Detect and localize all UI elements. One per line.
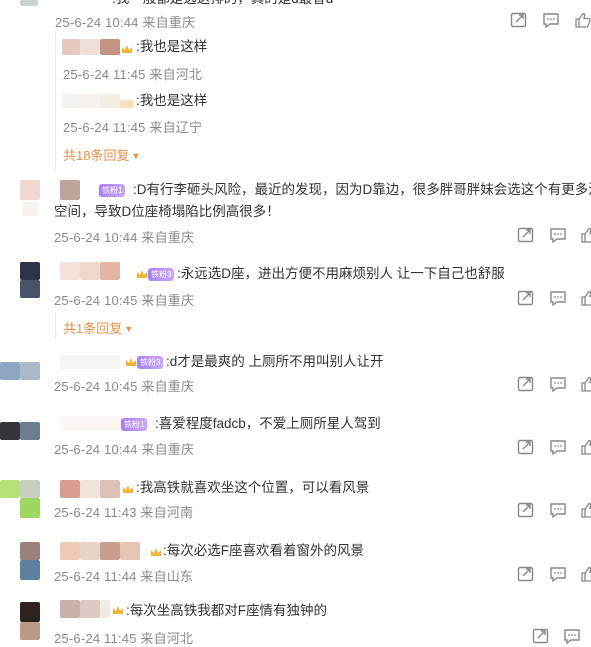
share-icon[interactable] xyxy=(517,290,535,306)
fan-badge: 铁粉1 xyxy=(121,418,148,431)
fan-badge: 铁粉3 xyxy=(137,356,164,369)
reply-text: :我也是这样 xyxy=(136,93,208,108)
comment-meta: 25-6-24 11:43 来自河南 xyxy=(54,505,194,520)
crown-icon xyxy=(121,44,133,54)
comment-icon[interactable] xyxy=(549,502,567,518)
avatar[interactable] xyxy=(20,262,40,280)
fan-badge: 铁粉3 xyxy=(148,268,175,281)
comment-text: :喜爱程度fadcb，不爱上厕所星人驾到 xyxy=(155,416,381,431)
share-icon[interactable] xyxy=(517,502,535,518)
crown-icon xyxy=(136,269,148,279)
comment-text: :d才是最爽的 上厕所不用叫别人让开 xyxy=(166,354,384,369)
avatar[interactable] xyxy=(20,602,40,622)
comment-meta: 25-6-24 11:44 来自山东 xyxy=(54,569,194,584)
share-icon[interactable] xyxy=(517,376,535,392)
username-blur[interactable] xyxy=(60,542,80,560)
reply-divider xyxy=(55,312,56,338)
avatar[interactable] xyxy=(0,422,20,440)
crown-icon xyxy=(112,605,124,615)
username-blur[interactable] xyxy=(60,355,120,369)
comment-meta: 25-6-24 11:45 来自河北 xyxy=(54,631,194,646)
like-icon[interactable] xyxy=(580,439,591,455)
comment-icon[interactable] xyxy=(549,227,567,243)
avatar[interactable] xyxy=(20,180,40,200)
fan-badge: 铁粉1 xyxy=(99,184,126,197)
comment-icon[interactable] xyxy=(563,628,581,644)
like-icon[interactable] xyxy=(580,376,591,392)
avatar[interactable] xyxy=(20,0,38,6)
comment-icon[interactable] xyxy=(549,376,567,392)
like-icon[interactable] xyxy=(580,227,591,243)
share-icon[interactable] xyxy=(532,628,550,644)
comment-meta: 25-6-24 10:45 来自重庆 xyxy=(54,293,195,308)
comment-meta: 25-6-24 10:45 来自重庆 xyxy=(54,379,195,394)
comment-text: :每次坐高铁我都对F座情有独钟的 xyxy=(126,603,327,618)
username-blur[interactable] xyxy=(60,262,80,280)
comment-meta: 25-6-24 10:44 来自重庆 xyxy=(54,442,195,457)
share-icon[interactable] xyxy=(517,566,535,582)
avatar[interactable] xyxy=(0,480,20,498)
reply-meta: 25-6-24 11:45 来自河北 xyxy=(63,67,203,82)
comment-text-partial: :我一般都是选这排的，真的是d最香d xyxy=(112,0,333,9)
comment-icon[interactable] xyxy=(549,439,567,455)
crown-icon xyxy=(122,484,134,494)
comment-text: :永远选D座，进出方便不用麻烦别人 让一下自己也舒服 xyxy=(177,266,505,281)
comment-text: :D有行李砸头风险，最近的发现，因为D靠边，很多胖哥胖妹会选这个有更多活 xyxy=(133,182,591,197)
reply-divider xyxy=(55,32,56,172)
share-icon[interactable] xyxy=(517,227,535,243)
avatar[interactable] xyxy=(0,362,20,380)
like-icon[interactable] xyxy=(580,566,591,582)
like-icon[interactable] xyxy=(580,502,591,518)
more-replies-link[interactable]: 共1条回复 ▼ xyxy=(63,318,133,337)
comment-icon[interactable] xyxy=(549,566,567,582)
share-icon[interactable] xyxy=(517,439,535,455)
comment-meta: 25-6-24 10:44 来自重庆 xyxy=(55,15,196,30)
comment-meta: 25-6-24 10:44 来自重庆 xyxy=(54,230,195,245)
like-icon[interactable] xyxy=(580,290,591,306)
crown-icon xyxy=(125,357,137,367)
share-icon[interactable] xyxy=(510,12,528,28)
avatar[interactable] xyxy=(20,542,40,560)
reply-username-blur[interactable] xyxy=(62,94,80,108)
like-icon[interactable] xyxy=(574,12,591,28)
username-blur[interactable] xyxy=(60,480,80,498)
comment-icon[interactable] xyxy=(549,290,567,306)
reply-username-blur[interactable] xyxy=(62,39,80,55)
comment-text-line2: 空间，导致D位座椅塌陷比例高很多！ xyxy=(54,204,280,219)
reply-text: :我也是这样 xyxy=(136,39,208,54)
more-replies-link[interactable]: 共18条回复 ▼ xyxy=(63,145,140,164)
username-blur[interactable] xyxy=(60,416,120,430)
reply-meta: 25-6-24 11:45 来自辽宁 xyxy=(63,120,203,135)
username-blur[interactable] xyxy=(60,180,80,200)
comment-text: :每次必选F座喜欢看着窗外的风景 xyxy=(163,543,364,558)
comment-text: :我高铁就喜欢坐这个位置，可以看风景 xyxy=(136,480,370,495)
comment-icon[interactable] xyxy=(542,12,560,28)
username-blur[interactable] xyxy=(60,600,80,618)
crown-icon xyxy=(150,547,162,557)
